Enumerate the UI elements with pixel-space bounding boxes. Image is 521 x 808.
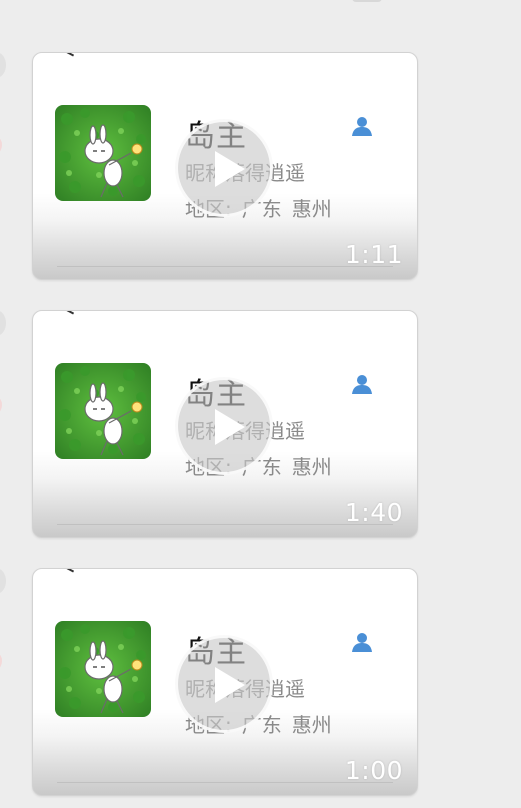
card-divider bbox=[57, 524, 393, 525]
side-marker bbox=[0, 654, 2, 668]
region-city: 惠州 bbox=[291, 455, 332, 479]
play-button[interactable] bbox=[175, 119, 273, 217]
card-divider bbox=[57, 782, 393, 783]
region-city: 惠州 bbox=[291, 197, 332, 221]
contact-avatar bbox=[55, 105, 151, 201]
sender-avatar-edge bbox=[0, 310, 6, 336]
video-duration: 1:11 bbox=[344, 240, 403, 269]
sender-avatar-edge bbox=[0, 52, 6, 78]
card-divider bbox=[57, 266, 393, 267]
play-icon bbox=[215, 151, 245, 187]
contact-person-icon bbox=[352, 375, 372, 394]
top-cut-element bbox=[352, 0, 382, 2]
bubble-tail bbox=[57, 569, 75, 578]
video-duration: 1:00 bbox=[344, 756, 403, 785]
bubble-tail bbox=[57, 311, 75, 320]
contact-avatar bbox=[55, 621, 151, 717]
play-icon bbox=[215, 409, 245, 445]
contact-person-icon bbox=[352, 117, 372, 136]
video-duration: 1:40 bbox=[344, 498, 403, 527]
video-message-card[interactable]: 岛主 昵称落得逍遥 地区:广东惠州 1:00 bbox=[32, 568, 418, 796]
play-button[interactable] bbox=[175, 635, 273, 733]
contact-avatar bbox=[55, 363, 151, 459]
bubble-tail bbox=[57, 53, 75, 62]
region-city: 惠州 bbox=[291, 713, 332, 737]
side-marker bbox=[0, 398, 2, 412]
play-button[interactable] bbox=[175, 377, 273, 475]
play-icon bbox=[215, 667, 245, 703]
contact-person-icon bbox=[352, 633, 372, 652]
side-marker bbox=[0, 138, 2, 152]
video-message-card[interactable]: 岛主 昵称落得逍遥 地区:广东惠州 1:40 bbox=[32, 310, 418, 538]
video-message-card[interactable]: 岛主 昵称落得逍遥 地区:广东惠州 1:11 bbox=[32, 52, 418, 280]
sender-avatar-edge bbox=[0, 568, 6, 594]
chat-screen: 岛主 昵称落得逍遥 地区:广东惠州 1:11 bbox=[0, 0, 521, 808]
